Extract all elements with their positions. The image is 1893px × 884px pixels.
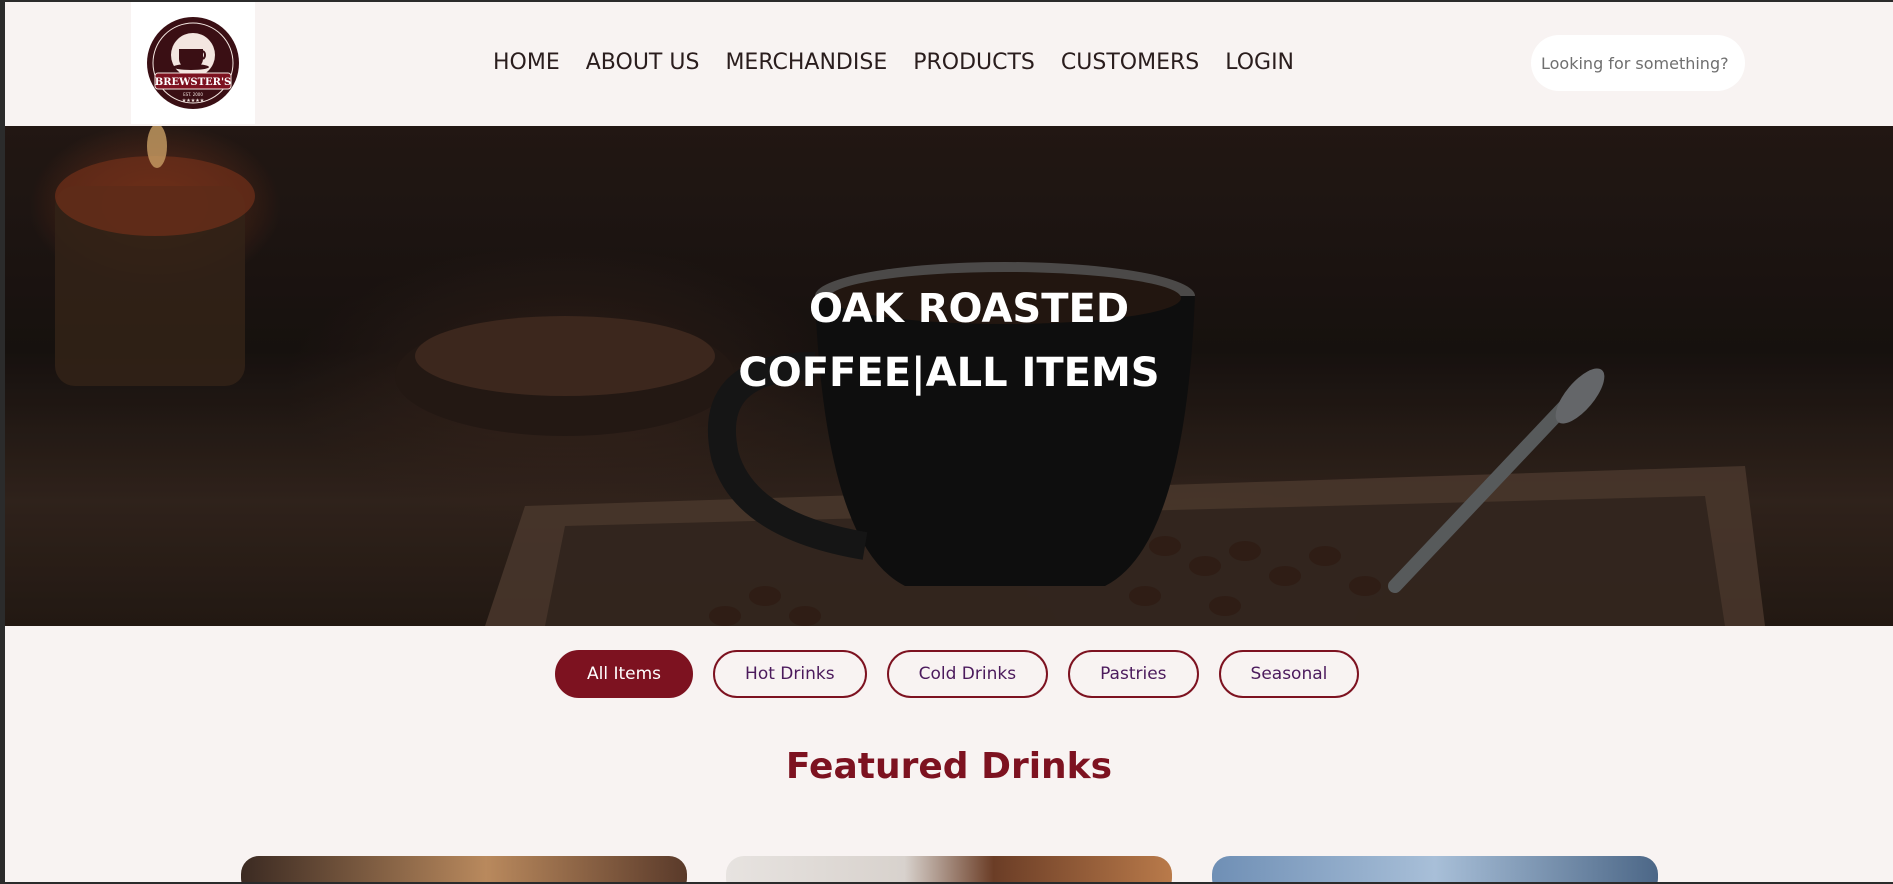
hero-title-line-1: OAK ROASTED (808, 286, 1130, 332)
logo-text: BREWSTER'S (155, 77, 232, 88)
product-card-1[interactable] (241, 856, 687, 882)
hero-banner: OAK ROASTED COFFEE|ALL ITEMS (5, 126, 1893, 626)
nav-merchandise[interactable]: MERCHANDISE (725, 50, 887, 75)
product-card-2[interactable] (726, 856, 1172, 882)
featured-drinks-heading: Featured Drinks (785, 746, 1113, 787)
category-filters: All Items Hot Drinks Cold Drinks Pastrie… (555, 650, 1360, 698)
product-card-3[interactable] (1212, 856, 1658, 882)
logo-est-text: EST. 2000 (183, 92, 203, 97)
filter-pastries[interactable]: Pastries (1068, 650, 1199, 698)
filter-hot-drinks[interactable]: Hot Drinks (713, 650, 867, 698)
filter-cold-drinks[interactable]: Cold Drinks (886, 650, 1049, 698)
main-nav: HOME ABOUT US MERCHANDISE PRODUCTS CUSTO… (493, 50, 1294, 75)
logo-stars: ★★★★★ (182, 98, 205, 104)
hero-title-line-2: COFFEE|ALL ITEMS (738, 350, 1160, 396)
nav-home[interactable]: HOME (493, 50, 560, 75)
brewsters-logo: BREWSTER'S EST. 2000 ★★★★★ (147, 17, 239, 109)
nav-products[interactable]: PRODUCTS (913, 50, 1035, 75)
site-header: BREWSTER'S EST. 2000 ★★★★★ HOME ABOUT US… (5, 2, 1893, 126)
filter-all-items[interactable]: All Items (555, 650, 694, 698)
nav-about-us[interactable]: ABOUT US (586, 50, 700, 75)
filter-seasonal[interactable]: Seasonal (1218, 650, 1360, 698)
browser-viewport: BREWSTER'S EST. 2000 ★★★★★ HOME ABOUT US… (5, 2, 1893, 882)
search-input[interactable] (1531, 35, 1745, 91)
logo-container[interactable]: BREWSTER'S EST. 2000 ★★★★★ (131, 2, 255, 124)
nav-login[interactable]: LOGIN (1225, 50, 1294, 75)
nav-customers[interactable]: CUSTOMERS (1061, 50, 1199, 75)
